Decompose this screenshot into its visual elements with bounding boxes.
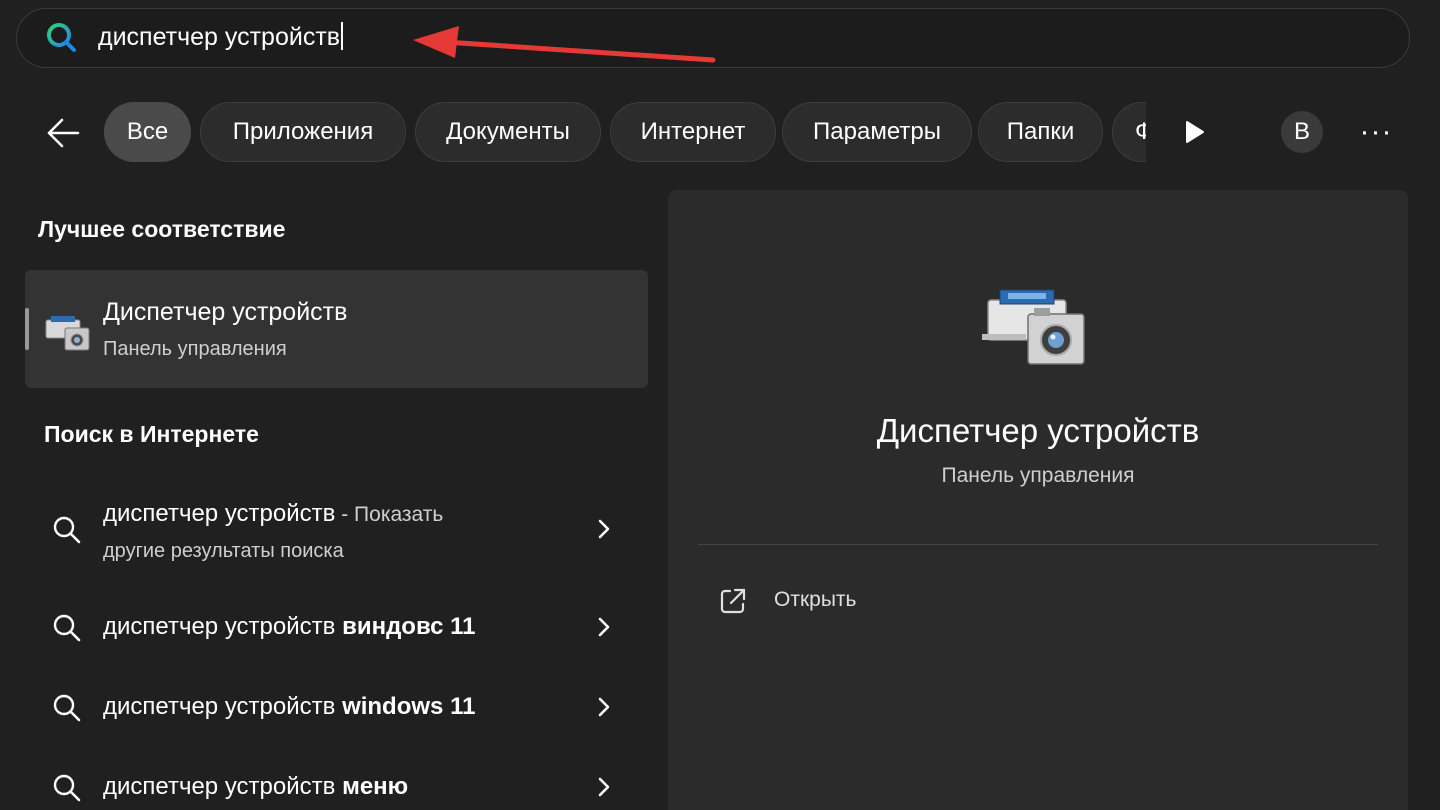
best-match-subtitle: Панель управления — [103, 338, 287, 360]
search-input[interactable]: диспетчер устройств — [98, 22, 344, 52]
annotation-arrow — [413, 26, 716, 63]
text-caret — [341, 22, 344, 50]
open-action[interactable]: Открыть — [718, 584, 918, 620]
best-match-title: Диспетчер устройств — [103, 298, 348, 326]
device-manager-icon — [45, 316, 90, 351]
search-icon — [53, 614, 81, 642]
chevron-right-icon — [598, 697, 610, 717]
search-logo-icon — [47, 23, 76, 52]
web-result-text: диспетчер устройств виндовс 11 — [103, 613, 476, 640]
web-result-second-line: другие результаты поиска — [103, 540, 344, 562]
device-manager-large-icon — [982, 289, 1085, 365]
scroll-chips-right-icon[interactable] — [1178, 116, 1210, 148]
chip-folders[interactable]: Папки — [978, 102, 1103, 162]
search-icon — [53, 774, 81, 802]
open-action-label: Открыть — [774, 588, 857, 611]
search-icon — [53, 516, 81, 544]
chevron-right-icon — [598, 617, 610, 637]
chip-photos[interactable]: Ф — [1112, 102, 1146, 162]
divider — [698, 544, 1378, 545]
preview-subtitle: Панель управления — [941, 464, 1135, 487]
web-result-text: диспетчер устройств - Показать — [103, 500, 444, 527]
more-options-button[interactable]: ··· — [1356, 115, 1396, 148]
best-match-heading: Лучшее соответствие — [38, 216, 286, 242]
back-arrow-icon — [47, 118, 80, 148]
open-external-icon — [720, 588, 746, 614]
web-result-row[interactable]: диспетчер устройств меню — [25, 760, 648, 810]
chevron-right-icon — [598, 519, 610, 539]
web-result-row[interactable]: диспетчер устройств windows 11 — [25, 680, 648, 736]
chip-documents[interactable]: Документы — [415, 102, 601, 162]
filter-chips: Все Приложения Документы Интернет Параме… — [104, 102, 1146, 162]
preview-panel: Диспетчер устройств Панель управления От… — [668, 190, 1408, 810]
web-result-text: диспетчер устройств windows 11 — [103, 693, 476, 720]
back-button[interactable] — [40, 110, 86, 156]
search-icon — [53, 694, 81, 722]
chip-all[interactable]: Все — [104, 102, 191, 162]
selection-indicator — [25, 308, 29, 350]
web-result-row[interactable]: диспетчер устройств - Показать другие ре… — [25, 490, 648, 580]
chip-internet[interactable]: Интернет — [610, 102, 776, 162]
windows-search-window: диспетчер устройств Все Приложения Докум… — [0, 0, 1440, 810]
chevron-right-icon — [598, 777, 610, 797]
chip-apps[interactable]: Приложения — [200, 102, 406, 162]
search-query-text: диспетчер устройств — [98, 23, 341, 51]
account-avatar[interactable]: В — [1281, 111, 1323, 153]
best-match-item[interactable]: Диспетчер устройств Панель управления — [25, 270, 648, 388]
web-result-text: диспетчер устройств меню — [103, 773, 409, 800]
chip-settings[interactable]: Параметры — [782, 102, 972, 162]
preview-title: Диспетчер устройств — [876, 412, 1200, 449]
web-result-row[interactable]: диспетчер устройств виндовс 11 — [25, 600, 648, 656]
web-search-heading: Поиск в Интернете — [44, 421, 259, 447]
